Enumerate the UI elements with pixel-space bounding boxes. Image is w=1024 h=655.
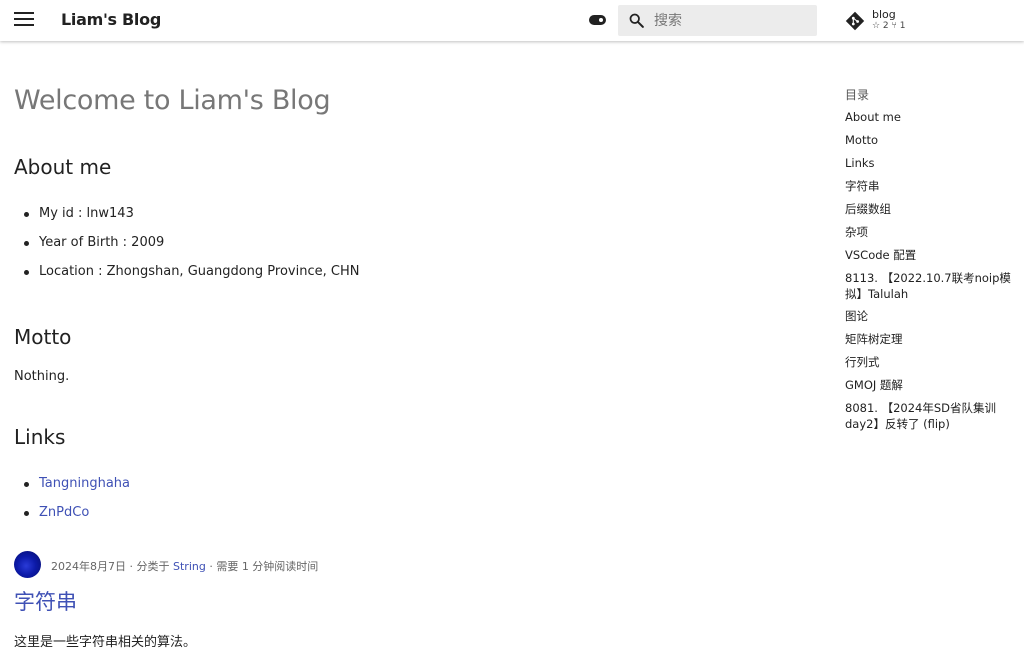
search-icon xyxy=(629,13,644,28)
site-title[interactable]: Liam's Blog xyxy=(61,10,161,29)
avatar[interactable] xyxy=(14,551,41,578)
toc-item-suffix-array[interactable]: 后缀数组 xyxy=(845,201,1024,217)
menu-icon[interactable] xyxy=(14,12,34,28)
about-heading: About me xyxy=(14,155,112,179)
git-icon xyxy=(845,11,865,31)
link-znpdco[interactable]: ZnPdCo xyxy=(39,505,89,520)
page-title: Welcome to Liam's Blog xyxy=(14,85,331,116)
toc-item-matrix-tree[interactable]: 矩阵树定理 xyxy=(845,331,1024,347)
search-input[interactable] xyxy=(654,5,812,36)
about-list: My id : lnw143 Year of Birth : 2009 Loca… xyxy=(24,204,359,290)
list-item: My id : lnw143 xyxy=(24,204,359,233)
reading-time: · 需要 1 分钟阅读时间 xyxy=(205,560,319,573)
toc-item-gmoj-solutions[interactable]: GMOJ 题解 xyxy=(845,377,1024,393)
links-list: Tangninghaha ZnPdCo xyxy=(24,474,130,532)
toc-item-links[interactable]: Links xyxy=(845,155,1024,171)
header: Liam's Blog blog ☆ 2 ⑂ 1 xyxy=(0,0,1024,41)
post-meta-text: 2024年8月7日 · 分类于 String · 需要 1 分钟阅读时间 xyxy=(51,558,318,574)
post-title[interactable]: 字符串 xyxy=(14,586,77,616)
list-item: Year of Birth : 2009 xyxy=(24,233,359,262)
toc-item-determinant[interactable]: 行列式 xyxy=(845,354,1024,370)
toc-item-about-me[interactable]: About me xyxy=(845,109,1024,125)
toc-item-8113-talulah[interactable]: 8113. 【2022.10.7联考noip模拟】Talulah xyxy=(845,270,1024,302)
list-item: Location : Zhongshan, Guangdong Province… xyxy=(24,262,359,291)
category-prefix: · 分类于 xyxy=(126,560,173,573)
motto-heading: Motto xyxy=(14,325,72,349)
repo-forks: ⑂ 1 xyxy=(891,21,906,31)
toc-item-vscode-config[interactable]: VSCode 配置 xyxy=(845,247,1024,263)
toc-item-misc[interactable]: 杂项 xyxy=(845,224,1024,240)
repo-stars: ☆ 2 xyxy=(872,21,889,31)
repo-stats: ☆ 2 ⑂ 1 xyxy=(872,21,906,31)
post-excerpt: 这里是一些字符串相关的算法。 xyxy=(14,635,197,650)
repo-name: blog xyxy=(872,8,896,21)
motto-text: Nothing. xyxy=(14,369,70,384)
toc-item-string[interactable]: 字符串 xyxy=(845,178,1024,194)
list-item: ZnPdCo xyxy=(24,503,130,532)
toc-item-graph-theory[interactable]: 图论 xyxy=(845,308,1024,324)
toc-item-motto[interactable]: Motto xyxy=(845,132,1024,148)
link-tangninghaha[interactable]: Tangninghaha xyxy=(39,476,130,491)
theme-toggle-icon[interactable] xyxy=(589,15,606,25)
post-date: 2024年8月7日 xyxy=(51,560,126,573)
list-item: Tangninghaha xyxy=(24,474,130,503)
toc-item-8081-flip[interactable]: 8081. 【2024年SD省队集训 day2】反转了 (flip) xyxy=(845,400,1024,432)
links-heading: Links xyxy=(14,425,66,449)
search-box[interactable] xyxy=(618,5,817,36)
post-category-link[interactable]: String xyxy=(173,560,206,573)
toc-title: 目录 xyxy=(845,88,870,102)
